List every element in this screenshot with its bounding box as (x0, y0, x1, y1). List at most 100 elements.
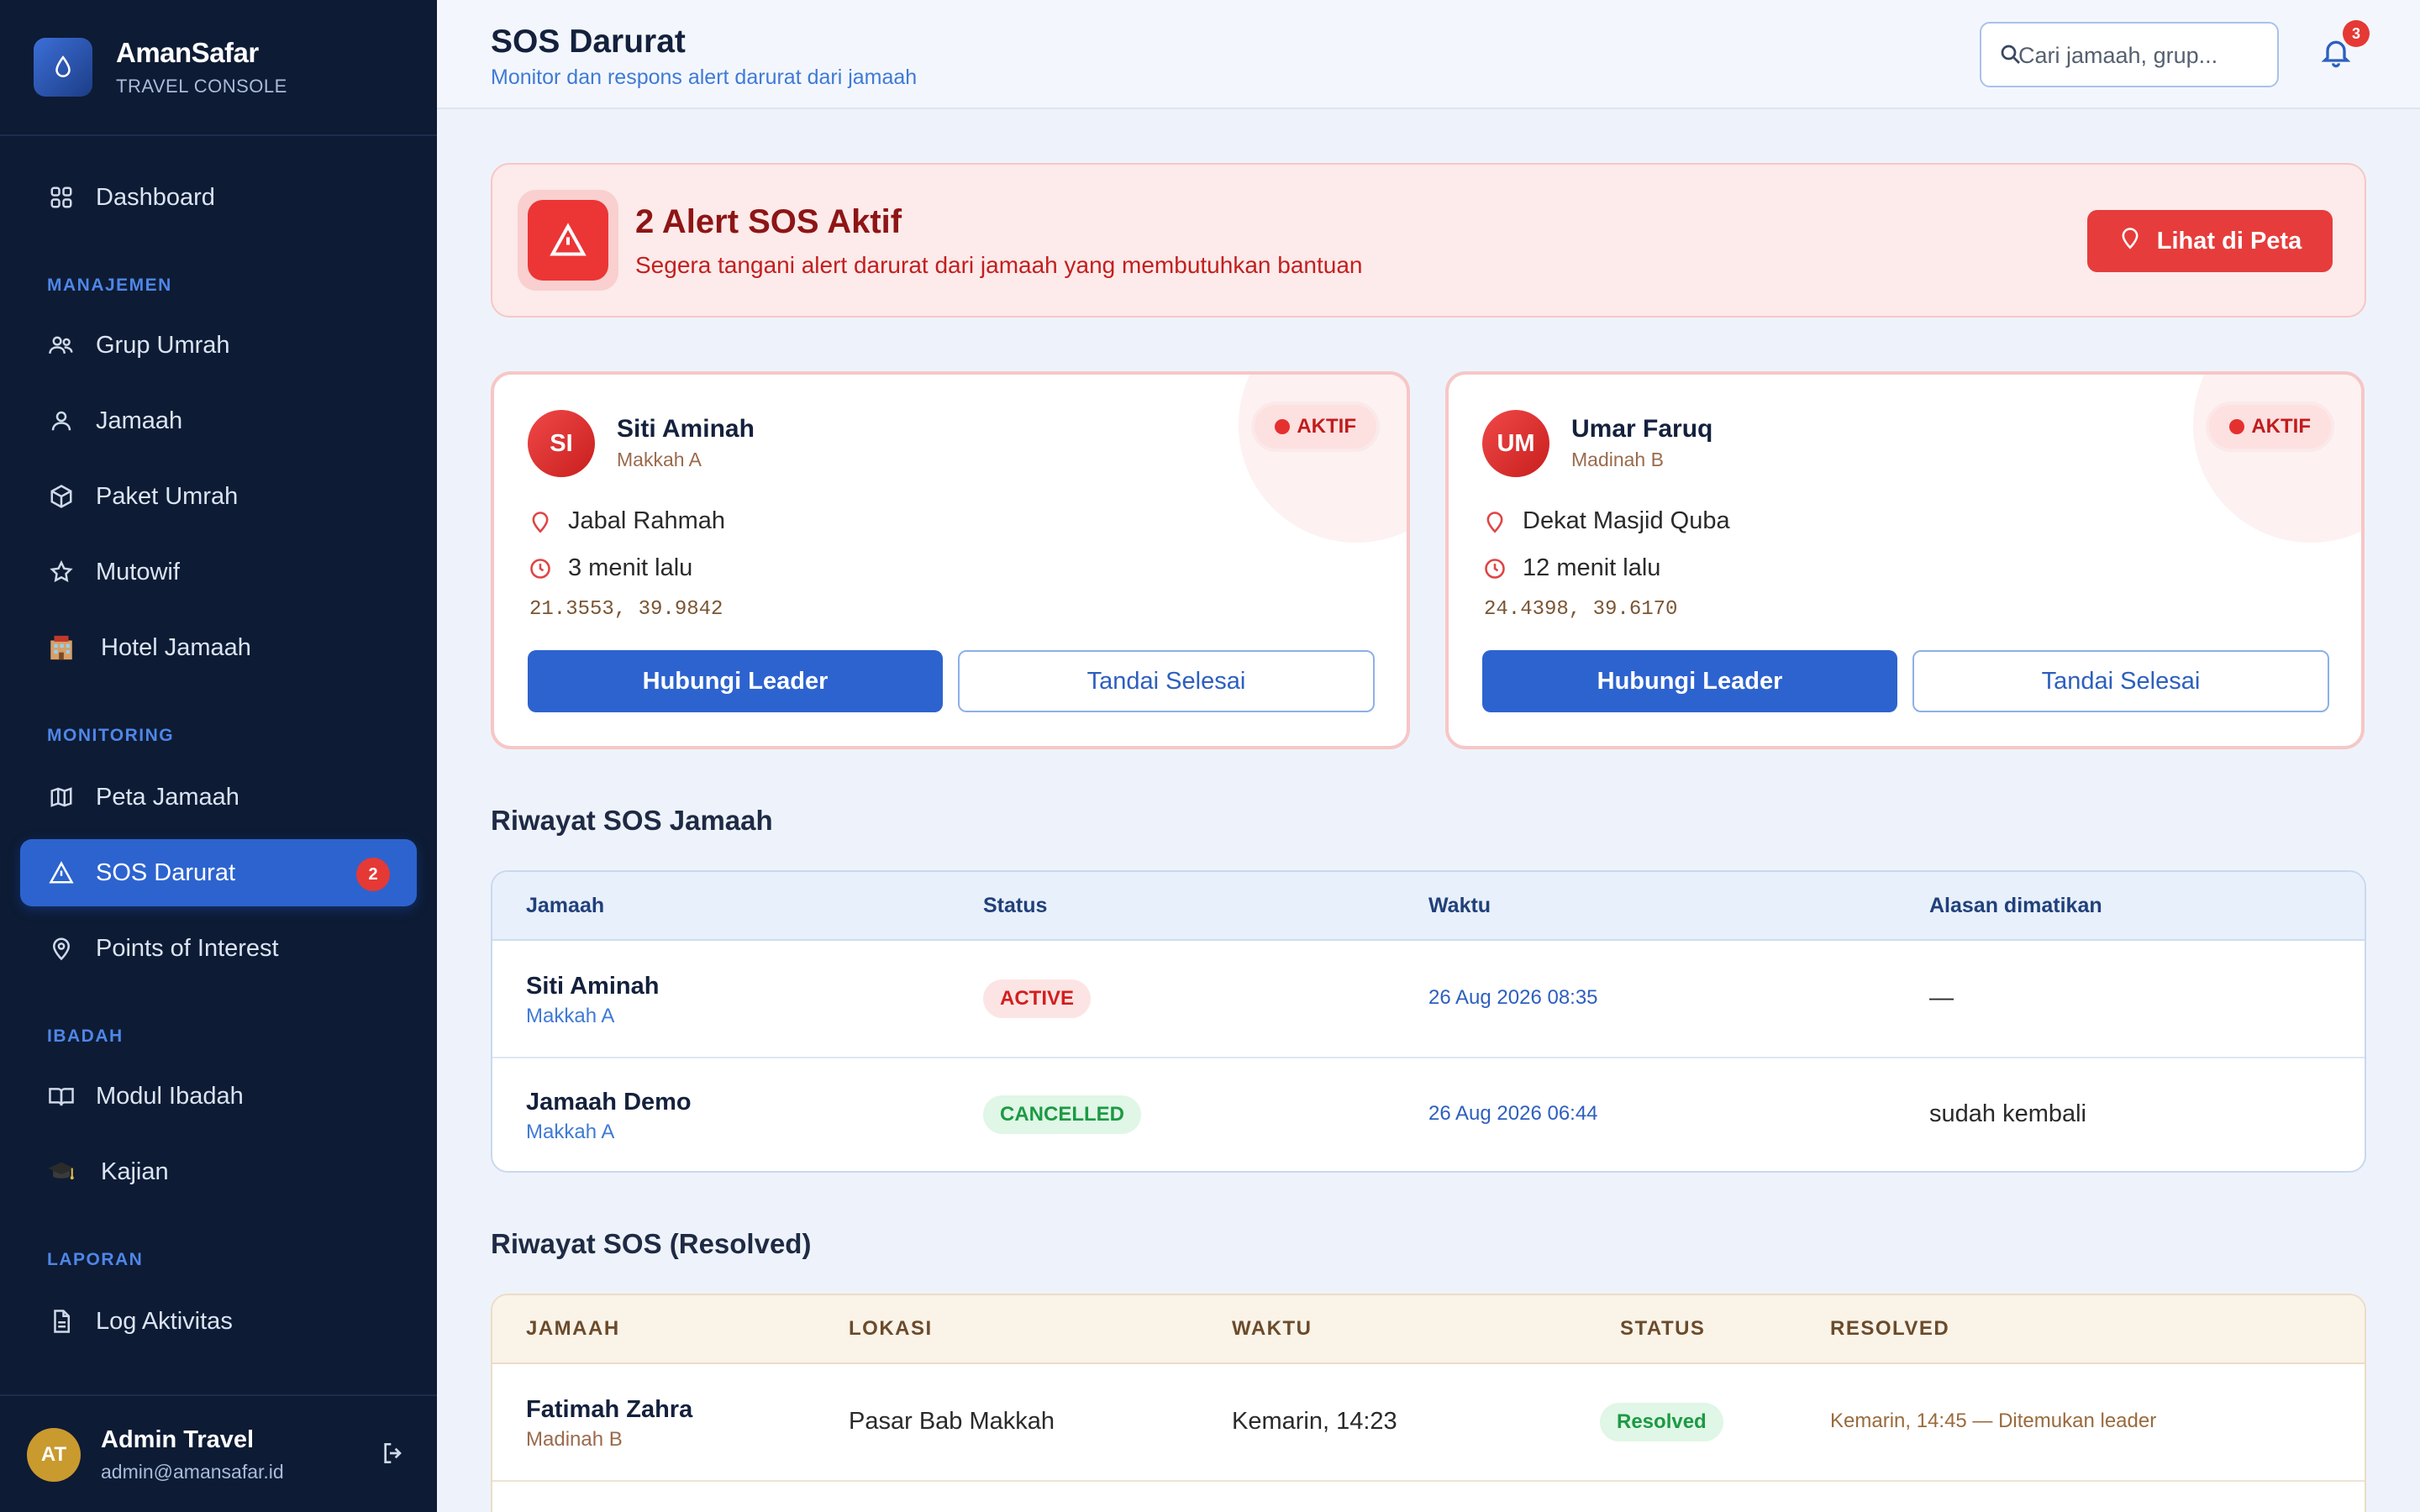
contact-leader-button[interactable]: Hubungi Leader (1482, 650, 1897, 712)
sidebar-item-label: SOS Darurat (96, 858, 235, 886)
column-header: RESOLVED (1830, 1317, 1950, 1340)
map-pin-icon (1482, 509, 1507, 534)
time-cell: 26 Aug 2026 08:35 (1428, 986, 1598, 1009)
jamaah-name: Fatimah Zahra (526, 1396, 693, 1423)
book-open-icon (47, 1082, 76, 1110)
history-section-title: Riwayat SOS Jamaah (491, 805, 773, 836)
status-label: AKTIF (1297, 415, 1356, 438)
map-pin-icon (47, 934, 76, 963)
section-label-ibadah: IBADAH (47, 1026, 124, 1046)
star-icon (47, 558, 76, 586)
brand[interactable]: AmanSafar TRAVEL CONSOLE (34, 37, 287, 97)
status-badge: AKTIF (1251, 402, 1380, 452)
sidebar-item-label: Dashboard (96, 183, 215, 211)
table-header: JAMAAH LOKASI WAKTU STATUS RESOLVED (492, 1295, 2365, 1364)
section-label-manajemen: MANAJEMEN (47, 276, 172, 295)
search-box[interactable] (1980, 22, 2279, 87)
reason-cell: — (1929, 984, 1954, 1011)
sidebar-item-peta-jamaah[interactable]: Peta Jamaah (20, 764, 417, 831)
status-badge: ACTIVE (983, 979, 1092, 1018)
table-row[interactable]: Jamaah Demo Makkah A CANCELLED 26 Aug 20… (492, 1058, 2365, 1171)
jamaah-name: Siti Aminah (617, 415, 755, 443)
location-row: Dekat Masjid Quba (1482, 507, 1730, 535)
package-icon (47, 482, 76, 511)
status-label: AKTIF (2251, 415, 2311, 438)
time-ago-text: 12 menit lalu (1523, 554, 1661, 581)
avatar: UM (1482, 410, 1549, 477)
sidebar-item-label: Grup Umrah (96, 331, 230, 359)
sidebar-item-label: Points of Interest (96, 934, 279, 962)
grid-icon (47, 183, 76, 212)
view-on-map-button[interactable]: Lihat di Peta (2087, 210, 2333, 272)
status-dot (2229, 419, 2245, 434)
user-icon (47, 407, 76, 435)
sidebar-item-label: Mutowif (96, 558, 180, 585)
contact-leader-button[interactable]: Hubungi Leader (528, 650, 943, 712)
user-profile[interactable]: AT Admin Travel admin@amansafar.id (27, 1426, 284, 1483)
sidebar-item-jamaah[interactable]: Jamaah (20, 387, 417, 454)
banner-title: 2 Alert SOS Aktif (635, 203, 902, 240)
card-decoration (2193, 375, 2361, 543)
sidebar-item-grup-umrah[interactable]: Grup Umrah (20, 312, 417, 379)
file-text-icon (47, 1307, 76, 1336)
banner-icon-wrap (518, 190, 618, 291)
location-cell: Pasar Bab Makkah (849, 1408, 1055, 1435)
brand-logo-icon (34, 38, 92, 97)
jamaah-group: Madinah B (1571, 449, 1664, 470)
sidebar-item-dashboard[interactable]: Dashboard (20, 164, 417, 231)
sidebar-item-hotel-jamaah[interactable]: Hotel Jamaah (20, 614, 417, 681)
column-header: Status (983, 894, 1048, 917)
mark-resolved-button[interactable]: Tandai Selesai (958, 650, 1375, 712)
brand-name: AmanSafar (116, 37, 259, 68)
jamaah-name: Jamaah Demo (526, 1089, 692, 1116)
notification-badge: 3 (2343, 20, 2370, 47)
sos-resolved-table: JAMAAH LOKASI WAKTU STATUS RESOLVED Fati… (491, 1294, 2366, 1512)
map-icon (47, 783, 76, 811)
time-cell: Kemarin, 14:23 (1232, 1408, 1397, 1435)
sidebar-item-kajian[interactable]: Kajian (20, 1138, 417, 1205)
sidebar-item-log-aktivitas[interactable]: Log Aktivitas (20, 1288, 417, 1355)
sidebar-item-points-of-interest[interactable]: Points of Interest (20, 915, 417, 982)
search-input[interactable] (2018, 37, 2262, 74)
sidebar-item-mutowif[interactable]: Mutowif (20, 538, 417, 606)
column-header: WAKTU (1232, 1317, 1313, 1340)
table-row[interactable]: Fatimah Zahra Madinah B Pasar Bab Makkah… (492, 1366, 2365, 1482)
column-header: Waktu (1428, 894, 1491, 917)
clock-icon (1482, 556, 1507, 581)
sidebar-item-label: Log Aktivitas (96, 1307, 233, 1335)
sos-count-badge: 2 (356, 858, 390, 891)
time-cell: 26 Aug 2026 06:44 (1428, 1102, 1598, 1125)
sidebar: AmanSafar TRAVEL CONSOLE Dashboard MANAJ… (0, 0, 437, 1512)
location-row: Jabal Rahmah (528, 507, 725, 535)
sidebar-item-paket-umrah[interactable]: Paket Umrah (20, 463, 417, 530)
sidebar-item-sos-darurat[interactable]: SOS Darurat 2 (20, 839, 417, 906)
sidebar-item-modul-ibadah[interactable]: Modul Ibadah (20, 1063, 417, 1130)
page-title: SOS Darurat (491, 24, 686, 60)
column-header: STATUS (1620, 1317, 1706, 1340)
jamaah-name: Umar Faruq (1571, 415, 1713, 443)
divider (0, 134, 437, 136)
brand-subtitle: TRAVEL CONSOLE (116, 76, 287, 97)
jamaah-group: Madinah B (526, 1428, 623, 1451)
sos-alert-card: SI Siti Aminah Makkah A AKTIF Jabal Rahm… (491, 371, 1410, 749)
status-dot (1275, 419, 1291, 434)
location-text: Jabal Rahmah (568, 507, 725, 534)
table-row[interactable]: Siti Aminah Makkah A ACTIVE 26 Aug 2026 … (492, 942, 2365, 1058)
sidebar-item-label: Peta Jamaah (96, 783, 239, 811)
sidebar-item-label: Modul Ibadah (96, 1082, 244, 1110)
coordinates: 24.4398, 39.6170 (1484, 598, 1678, 621)
sos-history-table: Jamaah Status Waktu Alasan dimatikan Sit… (491, 870, 2366, 1173)
mark-resolved-button[interactable]: Tandai Selesai (1912, 650, 2329, 712)
banner-subtitle: Segera tangani alert darurat dari jamaah… (635, 252, 1363, 278)
resolved-cell: Kemarin, 14:45 — Ditemukan leader (1830, 1410, 2157, 1432)
time-row: 12 menit lalu (1482, 554, 1660, 582)
sos-alert-card: UM Umar Faruq Madinah B AKTIF Dekat Masj… (1445, 371, 2365, 749)
column-header: Alasan dimatikan (1929, 894, 2102, 917)
logout-icon[interactable] (380, 1440, 410, 1470)
user-email: admin@amansafar.id (101, 1461, 284, 1483)
section-label-laporan: LAPORAN (47, 1250, 144, 1269)
users-icon (47, 331, 76, 360)
sidebar-item-label: Paket Umrah (96, 482, 239, 510)
card-decoration (1239, 375, 1407, 543)
map-pin-icon (2118, 226, 2142, 256)
